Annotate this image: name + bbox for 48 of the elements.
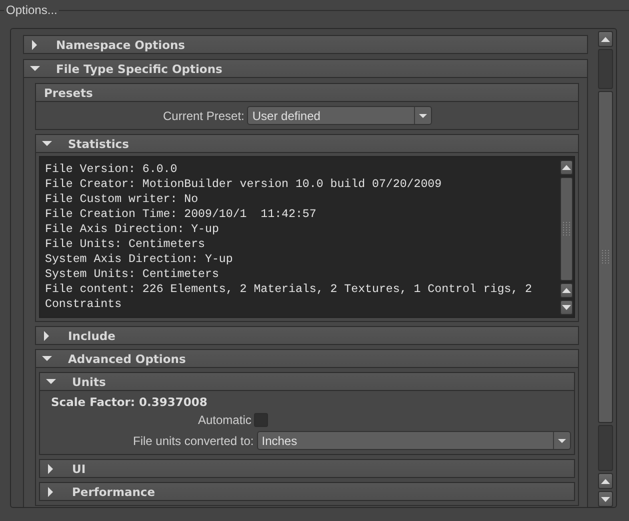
up-arrow-icon <box>562 288 571 293</box>
section-header[interactable]: Include <box>35 326 579 345</box>
statistics-line: File Custom writer: No <box>45 192 200 207</box>
section-header[interactable]: UI <box>39 459 575 478</box>
field-label: Current Preset: <box>163 108 244 122</box>
up-arrow-icon <box>601 36 610 42</box>
statistics-line: System Units: Centimeters <box>45 267 220 282</box>
scroll-up-button[interactable] <box>598 31 613 47</box>
collapse-triangle-icon <box>42 354 52 364</box>
section-header[interactable]: Performance <box>39 482 575 501</box>
up-arrow-icon <box>562 165 571 170</box>
statistics-line: File Version: 6.0.0 <box>45 162 178 177</box>
scroll-up-button[interactable] <box>560 160 573 175</box>
statistics-line: File Axis Direction: Y-up <box>45 222 220 237</box>
checkbox-label: Automatic <box>198 413 252 427</box>
collapse-triangle-icon <box>30 64 40 74</box>
up-arrow-icon <box>601 478 610 484</box>
scrollbar-thumb[interactable] <box>598 91 613 423</box>
expand-triangle-icon <box>46 464 56 474</box>
down-arrow-icon <box>562 305 571 310</box>
section-header[interactable]: Statistics <box>35 134 579 153</box>
scroll-up-button[interactable] <box>598 473 613 489</box>
group-title: Options... <box>4 3 60 17</box>
statistics-line: File content: 226 Elements, 2 Materials, 2 Textures, 1 Control rigs, 2 Constraints <box>45 282 534 312</box>
scrollbar-thumb[interactable] <box>560 177 573 281</box>
checkbox[interactable] <box>254 413 268 427</box>
scroll-up-button[interactable] <box>560 283 573 298</box>
expand-triangle-icon <box>42 330 52 340</box>
dropdown[interactable]: User defined <box>247 106 432 125</box>
down-arrow-icon <box>601 496 610 502</box>
section-header[interactable]: Advanced Options <box>35 349 579 368</box>
statistics-line: File Creation Time: 2009/10/1 11:42:57 <box>45 207 318 222</box>
collapse-triangle-icon <box>46 376 56 386</box>
dropdown[interactable]: Inches <box>256 431 571 450</box>
expand-triangle-icon <box>30 40 40 50</box>
scroll-down-button[interactable] <box>560 300 573 315</box>
statistics-line: File Creator: MotionBuilder version 10.0 build 07/20/2009 <box>45 177 443 192</box>
collapse-triangle-icon <box>42 138 52 148</box>
field-label: File units converted to: <box>133 434 254 448</box>
section-header[interactable]: File Type Specific Options <box>23 59 588 78</box>
scroll-down-button[interactable] <box>598 491 613 507</box>
section-header[interactable]: Presets <box>35 83 579 102</box>
scale-factor-text: Scale Factor: 0.3937008 <box>50 395 208 409</box>
section-header[interactable]: Namespace Options <box>23 35 588 54</box>
statistics-line: System Axis Direction: Y-up <box>45 252 234 267</box>
expand-triangle-icon <box>46 486 56 496</box>
section-header[interactable]: Units <box>39 372 575 391</box>
statistics-line: File Units: Centimeters <box>45 237 206 252</box>
